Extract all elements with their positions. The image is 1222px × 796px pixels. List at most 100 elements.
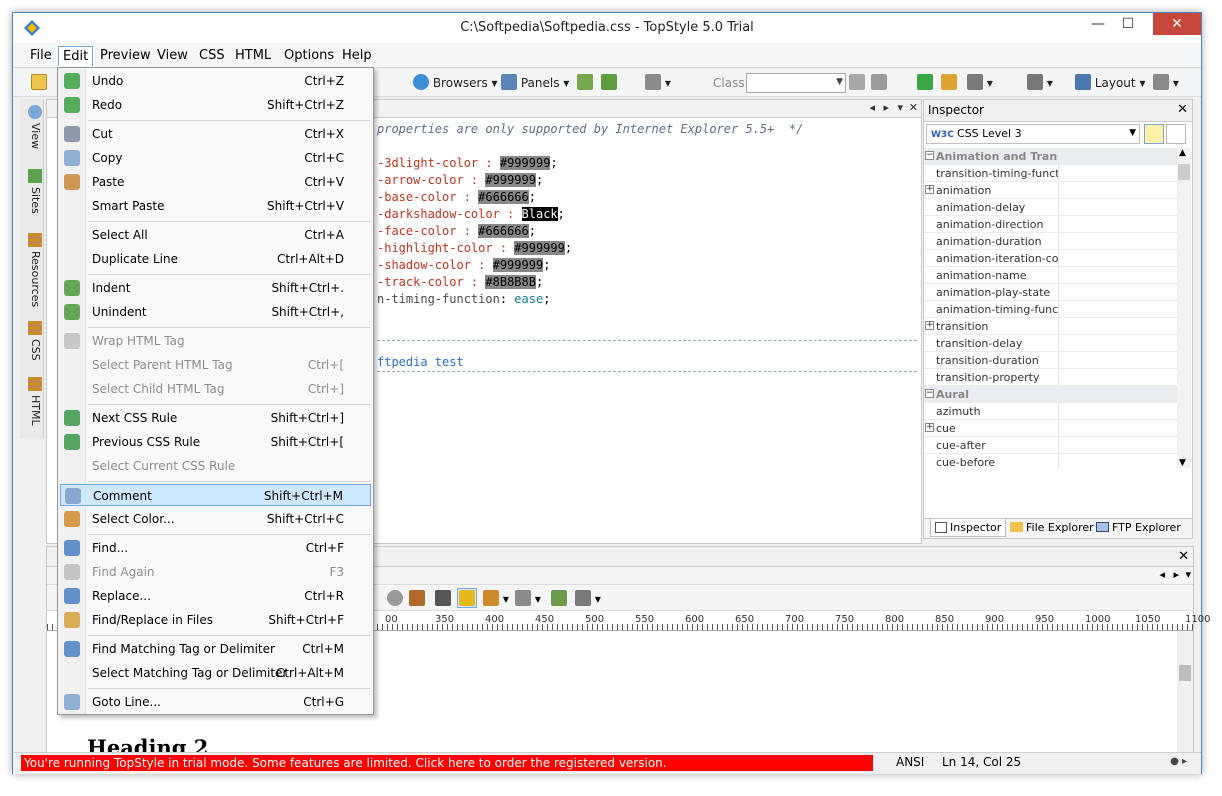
menu-item-select-all[interactable]: Select All Ctrl+A [60, 224, 371, 246]
menu-item-unindent[interactable]: Unindent Shift+Ctrl+, [60, 301, 371, 323]
menu-edit[interactable]: Edit [58, 46, 94, 66]
w3c-validate-icon[interactable] [941, 73, 957, 93]
property-scrollbar[interactable]: ▲ ▼ [1177, 148, 1191, 468]
property-row[interactable]: azimuth [924, 403, 1178, 420]
property-value[interactable] [1058, 284, 1178, 300]
property-row[interactable]: animation-delay [924, 199, 1178, 216]
property-value[interactable] [1058, 267, 1178, 283]
side-tab-css[interactable]: CSS [22, 321, 42, 361]
bug-icon[interactable] [409, 590, 425, 606]
property-value[interactable] [1058, 216, 1178, 232]
inspector-filter-button[interactable] [1144, 124, 1164, 144]
panels-button[interactable]: Panels ▾ [501, 73, 569, 93]
menu-file[interactable]: File [26, 48, 56, 63]
property-value[interactable] [1058, 369, 1178, 385]
scroll-thumb[interactable] [1178, 164, 1190, 180]
menu-css[interactable]: CSS [195, 48, 229, 63]
property-category[interactable]: − Aural [924, 386, 1178, 403]
property-row[interactable]: + animation [924, 182, 1178, 199]
menu-item-copy[interactable]: Copy Ctrl+C [60, 147, 371, 169]
wrench-icon[interactable]: ▾ [1153, 73, 1179, 93]
property-row[interactable]: animation-play-state [924, 284, 1178, 301]
forward-icon[interactable] [387, 590, 403, 606]
property-row[interactable]: transition-property [924, 369, 1178, 386]
preview-next-icon[interactable]: ▸ [1173, 568, 1179, 581]
property-row[interactable]: + cue [924, 420, 1178, 437]
inspector-close-icon[interactable]: ✕ [1177, 102, 1188, 117]
property-value[interactable] [1058, 420, 1178, 436]
property-value[interactable] [1058, 454, 1178, 468]
side-tab-sites[interactable]: Sites [22, 169, 42, 214]
property-value[interactable] [1058, 335, 1178, 351]
menu-item-undo[interactable]: Undo Ctrl+Z [60, 70, 371, 92]
menu-item-find-replace-in-files[interactable]: Find/Replace in Files Shift+Ctrl+F [60, 609, 371, 631]
tab-inspector[interactable]: Inspector [930, 519, 1007, 537]
film-icon[interactable] [435, 590, 451, 606]
check-icon[interactable] [917, 73, 933, 93]
menu-item-find[interactable]: Find... Ctrl+F [60, 537, 371, 559]
menu-item-goto-line[interactable]: Goto Line... Ctrl+G [60, 691, 371, 713]
tab-file-explorer[interactable]: File Explorer [1010, 521, 1094, 534]
menu-item-redo[interactable]: Redo Shift+Ctrl+Z [60, 94, 371, 116]
class-combo[interactable]: ▼ [746, 73, 846, 93]
ruler-toggle-icon[interactable] [457, 588, 477, 608]
link-icon[interactable] [871, 73, 887, 93]
style-icon[interactable] [849, 73, 865, 93]
property-row[interactable]: animation-timing-function [924, 301, 1178, 318]
grid-icon[interactable]: ▾ [515, 590, 541, 606]
tab-ftp-explorer[interactable]: FTP Explorer [1096, 521, 1181, 534]
scroll-down-icon[interactable]: ▼ [1179, 458, 1186, 468]
menu-item-comment[interactable]: Comment Shift+Ctrl+M [60, 484, 371, 506]
property-row[interactable]: animation-duration [924, 233, 1178, 250]
layout-button[interactable]: Layout ▾ [1075, 73, 1145, 93]
property-value[interactable] [1058, 403, 1178, 419]
tab-list-icon[interactable]: ▾ [897, 101, 903, 114]
close-button[interactable]: ✕ [1153, 13, 1201, 35]
tile-vertical-icon[interactable] [601, 73, 617, 93]
menu-item-indent[interactable]: Indent Shift+Ctrl+. [60, 277, 371, 299]
menu-preview[interactable]: Preview [96, 48, 155, 63]
menu-item-smart-paste[interactable]: Smart Paste Shift+Ctrl+V [60, 195, 371, 217]
side-tab-view[interactable]: View [22, 105, 42, 149]
tile-icon[interactable] [577, 73, 593, 93]
property-value[interactable] [1058, 250, 1178, 266]
maximize-button[interactable]: ☐ [1113, 13, 1143, 35]
menu-view[interactable]: View [153, 48, 192, 63]
inspector-options-button[interactable] [1166, 124, 1186, 144]
menu-item-select-color[interactable]: Select Color... Shift+Ctrl+C [60, 508, 371, 530]
menu-item-paste[interactable]: Paste Ctrl+V [60, 171, 371, 193]
property-value[interactable] [1058, 318, 1178, 334]
collapse-icon[interactable]: − [925, 389, 934, 398]
image-icon[interactable] [551, 590, 567, 606]
scroll-thumb[interactable] [1179, 665, 1191, 681]
property-value[interactable] [1058, 301, 1178, 317]
property-row[interactable]: animation-iteration-count [924, 250, 1178, 267]
scroll-up-icon[interactable]: ▲ [1179, 148, 1186, 158]
property-row[interactable]: cue-before [924, 454, 1178, 468]
expand-icon[interactable]: + [925, 423, 934, 432]
css-level-select[interactable]: W3C CSS Level 3 ▼ [926, 124, 1140, 144]
validate-icon[interactable]: ▾ [645, 73, 671, 93]
new-css-icon[interactable] [31, 73, 47, 93]
property-row[interactable]: animation-name [924, 267, 1178, 284]
property-row[interactable]: animation-direction [924, 216, 1178, 233]
property-row[interactable]: transition-timing-function [924, 165, 1178, 182]
property-row[interactable]: transition-duration [924, 352, 1178, 369]
menu-item-cut[interactable]: Cut Ctrl+X [60, 123, 371, 145]
property-row[interactable]: transition-delay [924, 335, 1178, 352]
tab-next-icon[interactable]: ▸ [883, 101, 889, 114]
side-tab-resources[interactable]: Resources [22, 233, 42, 307]
preview-scrollbar[interactable] [1177, 631, 1193, 757]
menu-html[interactable]: HTML [231, 48, 275, 63]
property-value[interactable] [1058, 182, 1178, 198]
menu-item-replace[interactable]: Replace... Ctrl+R [60, 585, 371, 607]
menu-help[interactable]: Help [338, 48, 376, 63]
editor-close-icon[interactable]: ✕ [909, 101, 918, 114]
tab-prev-icon[interactable]: ◂ [869, 101, 875, 114]
tidy-icon[interactable]: ▾ [1027, 73, 1053, 93]
property-value[interactable] [1058, 352, 1178, 368]
property-value[interactable] [1058, 165, 1178, 181]
property-value[interactable] [1058, 437, 1178, 453]
menu-item-duplicate-line[interactable]: Duplicate Line Ctrl+Alt+D [60, 248, 371, 270]
menu-options[interactable]: Options [280, 48, 338, 63]
